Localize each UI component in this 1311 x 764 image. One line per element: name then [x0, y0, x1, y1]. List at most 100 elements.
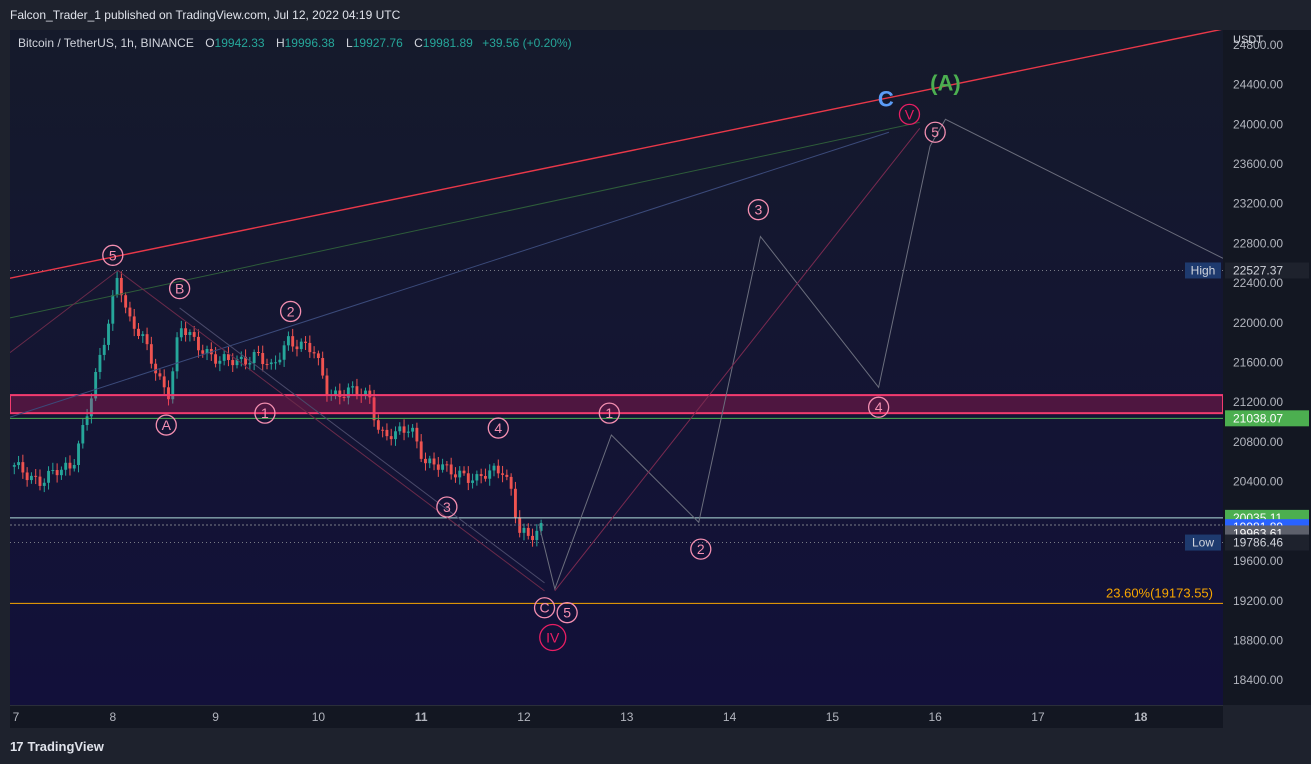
- candle-body: [445, 464, 449, 466]
- candle-body: [265, 364, 269, 366]
- candle-body: [299, 341, 303, 350]
- candle-body: [124, 295, 128, 308]
- high-tag: High: [1191, 263, 1216, 277]
- candle-body: [385, 429, 389, 437]
- candle-body: [21, 462, 25, 473]
- low-label: L: [346, 36, 353, 50]
- wave-label: B: [175, 281, 184, 297]
- price-tick-label: 22800.00: [1233, 236, 1283, 250]
- low-price-tag: 19786.46: [1233, 536, 1283, 550]
- brand-name: TradingView: [27, 739, 104, 754]
- candle-body: [201, 350, 205, 354]
- publish-header: Falcon_Trader_1 published on TradingView…: [0, 0, 1311, 30]
- wave-label: 4: [494, 420, 502, 436]
- wave-label: 1: [261, 405, 269, 421]
- publish-info: Falcon_Trader_1 published on TradingView…: [10, 8, 401, 22]
- candle-body: [17, 462, 21, 466]
- wave-label: 2: [287, 303, 295, 319]
- candle-body: [321, 358, 325, 376]
- price-tick-label: 20400.00: [1233, 475, 1283, 489]
- wave-label: A: [162, 417, 172, 433]
- candle-body: [282, 345, 286, 360]
- symbol-title: Bitcoin / TetherUS, 1h, BINANCE: [18, 36, 194, 50]
- price-axis[interactable]: 18400.0018800.0019200.0019600.0020000.00…: [1223, 30, 1311, 705]
- candle-body: [68, 462, 72, 469]
- candle-body: [102, 344, 106, 355]
- currency-label: USDT: [1233, 34, 1263, 46]
- candle-body: [72, 465, 76, 469]
- tradingview-brand[interactable]: 17 TradingView: [10, 739, 104, 754]
- high-label: H: [275, 36, 285, 50]
- candle-body: [522, 527, 526, 533]
- candle-body: [42, 482, 46, 486]
- candle-body: [394, 431, 397, 440]
- candle-body: [475, 474, 479, 481]
- chart-canvas[interactable]: 23.60%(19173.55)5BA1234C 5IV12345VC(A)Hig…: [10, 30, 1223, 705]
- price-tick-label: 18800.00: [1233, 633, 1283, 647]
- wave-label: 2: [697, 541, 705, 557]
- price-tick-label: 24000.00: [1233, 117, 1283, 131]
- candle-body: [261, 353, 265, 365]
- price-tick-label: 23600.00: [1233, 157, 1283, 171]
- fib-label: 23.60%(19173.55): [1106, 585, 1213, 600]
- time-tick-label: 12: [517, 710, 531, 724]
- resistance-zone: [10, 394, 1223, 415]
- candle-body: [278, 359, 282, 363]
- candle-body: [509, 476, 513, 489]
- candle-body: [145, 334, 149, 345]
- wave-label: 4: [875, 399, 883, 415]
- candle-body: [184, 328, 188, 336]
- candle-body: [85, 416, 89, 426]
- candle-body: [436, 464, 440, 470]
- candle-body: [119, 277, 123, 296]
- candle-body: [406, 431, 410, 433]
- price-tick-label: 23200.00: [1233, 197, 1283, 211]
- price-tick-label: 19600.00: [1233, 554, 1283, 568]
- candle-body: [141, 334, 145, 336]
- open-label: O: [205, 36, 215, 50]
- candle-body: [239, 356, 243, 360]
- candle-body: [154, 363, 158, 374]
- price-axis-canvas: 18400.0018800.0019200.0019600.0020000.00…: [1225, 38, 1309, 687]
- candle-body: [376, 420, 380, 430]
- wave-label: IV: [546, 630, 560, 646]
- wave-label: V: [905, 106, 915, 122]
- candle-body: [107, 323, 110, 345]
- open-value: 19942.33: [214, 36, 265, 50]
- candle-body: [81, 425, 85, 444]
- candle-body: [256, 352, 260, 354]
- candle-body: [59, 469, 63, 476]
- candle-body: [188, 332, 192, 336]
- time-tick-label: 7: [13, 710, 20, 724]
- candle-body: [222, 354, 226, 361]
- candle-body: [458, 470, 462, 478]
- candle-body: [471, 480, 475, 483]
- candle-body: [12, 465, 16, 467]
- candle-body: [415, 427, 419, 442]
- candle-body: [398, 426, 402, 432]
- candle-body: [111, 294, 115, 324]
- candle-body: [501, 473, 505, 475]
- candle-body: [526, 527, 530, 536]
- candle-body: [316, 353, 320, 359]
- chart-area[interactable]: 23.60%(19173.55) 5 B A 1 2 3 4 C 5 IV 1 2 3 4 5 V C (A) Hig…: [10, 30, 1223, 705]
- candle-body: [252, 352, 256, 364]
- candle-body: [218, 360, 222, 364]
- candle-body: [25, 472, 29, 481]
- time-axis-canvas: 7 8 9 10 11 12 13 14 15 16 17 18: [13, 710, 1148, 724]
- candle-body: [34, 475, 38, 477]
- candle-body: [428, 458, 432, 464]
- candle-body: [197, 336, 200, 351]
- low-value: 19927.76: [352, 36, 403, 50]
- candle-body: [389, 436, 393, 440]
- time-tick-label: 11: [415, 710, 428, 724]
- candle-body: [274, 362, 277, 364]
- time-axis[interactable]: 7 8 9 10 11 12 13 14 15 16 17 18: [10, 705, 1223, 728]
- candle-body: [449, 464, 453, 475]
- close-value: 19981.89: [422, 36, 473, 50]
- candle-body: [531, 535, 534, 541]
- wave-degree-label: (A): [930, 71, 961, 96]
- candle-body: [295, 346, 299, 350]
- candle-body: [419, 441, 423, 459]
- price-tick-label: 21600.00: [1233, 356, 1283, 370]
